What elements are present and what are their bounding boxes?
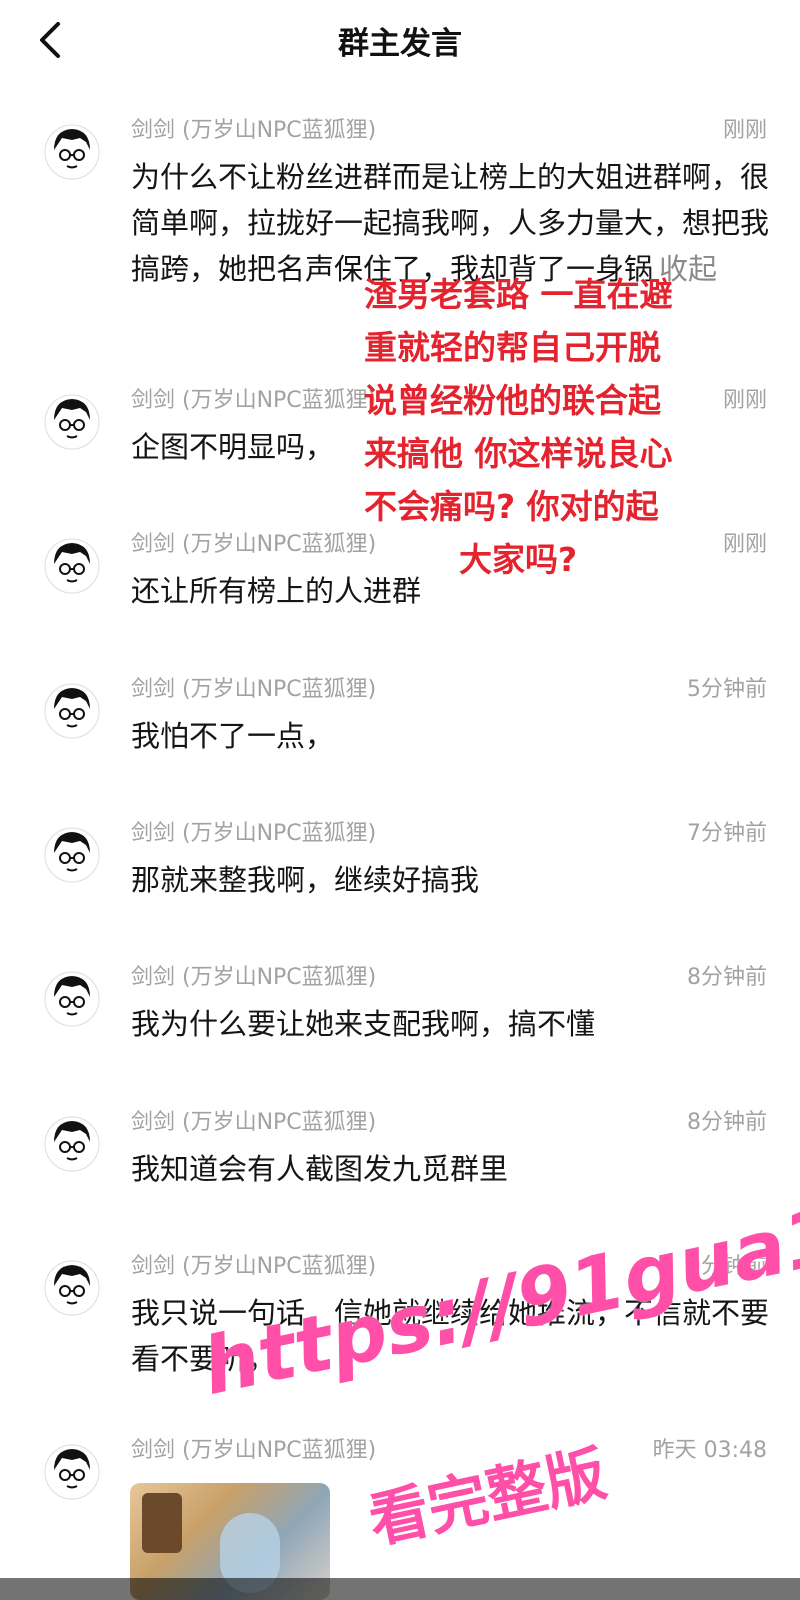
- message-text: 我知道会有人截图发九觅群里: [131, 1152, 509, 1186]
- message-time: 7分钟前: [687, 821, 767, 846]
- message-item[interactable]: 剑剑 (万岁山NPC蓝狐狸) 7分钟前 那就来整我啊，继续好搞我: [0, 801, 800, 921]
- annotation-line: 来搞他 你这样说良心: [364, 434, 673, 473]
- annotation-line: 渣男老套路 一直在避: [364, 275, 673, 314]
- thumbnail-shape: [142, 1493, 182, 1553]
- red-annotation-overlay: 渣男老套路 一直在避 重就轻的帮自己开脱 说曾经粉他的联合起 来搞他 你这样说良…: [364, 268, 724, 586]
- message-time: 刚刚: [722, 118, 767, 143]
- avatar[interactable]: [44, 538, 100, 594]
- message-time: 8分钟前: [687, 1110, 767, 1135]
- avatar[interactable]: [44, 124, 100, 180]
- sender-name: 剑剑 (万岁山NPC蓝狐狸): [131, 1110, 377, 1135]
- avatar[interactable]: [44, 971, 100, 1027]
- sender-name: 剑剑 (万岁山NPC蓝狐狸): [131, 532, 377, 557]
- sender-name: 剑剑 (万岁山NPC蓝狐狸): [131, 388, 377, 413]
- annotation-line: 不会痛吗? 你对的起: [364, 487, 659, 526]
- avatar[interactable]: [44, 1116, 100, 1172]
- annotation-line: 大家吗?: [459, 540, 578, 579]
- message-item[interactable]: 剑剑 (万岁山NPC蓝狐狸) 5分钟前 我怕不了一点，: [0, 657, 800, 777]
- sender-name: 剑剑 (万岁山NPC蓝狐狸): [131, 1254, 377, 1279]
- annotation-line: 重就轻的帮自己开脱: [364, 328, 661, 367]
- annotation-line: 说曾经粉他的联合起: [364, 381, 661, 420]
- avatar[interactable]: [44, 1260, 100, 1316]
- avatar[interactable]: [44, 394, 100, 450]
- sender-name: 剑剑 (万岁山NPC蓝狐狸): [131, 821, 377, 846]
- message-item[interactable]: 剑剑 (万岁山NPC蓝狐狸) 8分钟前 我为什么要让她来支配我啊，搞不懂: [0, 945, 800, 1065]
- top-bar: 群主发言: [0, 0, 800, 80]
- avatar[interactable]: [44, 827, 100, 883]
- bottom-bar: [0, 1578, 800, 1600]
- sender-name: 剑剑 (万岁山NPC蓝狐狸): [131, 677, 377, 702]
- message-time: 5分钟前: [687, 677, 767, 702]
- message-time: 8分钟前: [687, 965, 767, 990]
- message-time: 刚刚: [722, 388, 767, 413]
- sender-name: 剑剑 (万岁山NPC蓝狐狸): [131, 965, 377, 990]
- message-text: 我怕不了一点，: [131, 719, 335, 753]
- avatar[interactable]: [44, 1444, 100, 1500]
- message-text: 那就来整我啊，继续好搞我: [131, 863, 480, 897]
- page-title: 群主发言: [338, 26, 462, 62]
- message-time: 刚刚: [722, 532, 767, 557]
- message-text: 我为什么要让她来支配我啊，搞不懂: [131, 1007, 596, 1041]
- sender-name: 剑剑 (万岁山NPC蓝狐狸): [131, 1438, 377, 1463]
- avatar[interactable]: [44, 683, 100, 739]
- sender-name: 剑剑 (万岁山NPC蓝狐狸): [131, 118, 377, 143]
- message-item[interactable]: 剑剑 (万岁山NPC蓝狐狸) 8分钟前 我知道会有人截图发九觅群里: [0, 1090, 800, 1210]
- message-time: 昨天 03:48: [652, 1438, 767, 1463]
